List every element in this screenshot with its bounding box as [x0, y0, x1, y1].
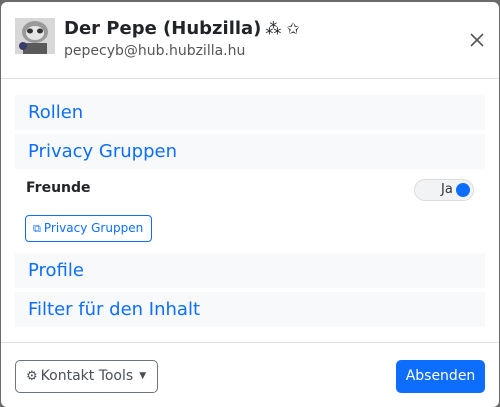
contact-address: pepecyb@hub.hubzilla.hu: [64, 43, 246, 59]
privacy-group-toggle[interactable]: Ja: [414, 179, 474, 201]
protocol-badges: ⁂ ✩: [265, 19, 300, 38]
modal-header: Der Pepe (Hubzilla) ⁂ ✩ pepecyb@hub.hubzi…: [1, 2, 499, 79]
contact-edit-modal: Der Pepe (Hubzilla) ⁂ ✩ pepecyb@hub.hubzi…: [1, 2, 499, 407]
close-button[interactable]: [466, 29, 488, 51]
section-roles[interactable]: Rollen: [15, 95, 485, 130]
section-profile[interactable]: Profile: [15, 253, 485, 288]
external-link-icon: ⧉: [33, 222, 41, 235]
privacy-groups-link-button[interactable]: ⧉ Privacy Gruppen: [25, 215, 152, 242]
privacy-group-label: Freunde: [26, 180, 91, 196]
toggle-knob: [456, 183, 470, 197]
contact-tools-dropdown[interactable]: ⚙ Kontakt Tools ▼: [15, 360, 158, 393]
section-privacy-groups[interactable]: Privacy Gruppen: [15, 134, 485, 169]
contact-tools-label: Kontakt Tools: [40, 368, 134, 384]
modal-footer: ⚙ Kontakt Tools ▼ Absenden: [1, 342, 499, 407]
gear-icon: ⚙: [26, 369, 38, 384]
contact-name: Der Pepe (Hubzilla): [64, 18, 262, 39]
modal-title: Der Pepe (Hubzilla) ⁂ ✩: [64, 18, 300, 39]
caret-down-icon: ▼: [139, 371, 147, 381]
toggle-label: Ja: [441, 182, 453, 197]
avatar-image: [15, 18, 55, 54]
close-icon: [470, 33, 484, 47]
submit-button[interactable]: Absenden: [396, 360, 485, 393]
avatar: [15, 18, 55, 54]
privacy-groups-link-label: Privacy Gruppen: [43, 221, 144, 235]
section-content-filter[interactable]: Filter für den Inhalt: [15, 292, 485, 327]
